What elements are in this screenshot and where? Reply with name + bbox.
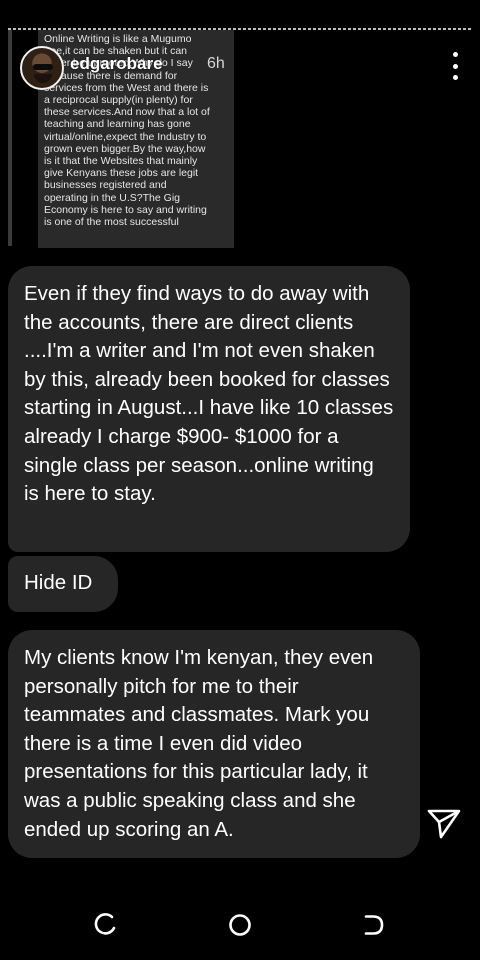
message-bubble[interactable]: Even if they find ways to do away with t…: [8, 266, 410, 552]
back-icon[interactable]: [361, 912, 387, 938]
send-icon[interactable]: [426, 806, 462, 840]
more-button[interactable]: [450, 52, 460, 80]
message-bubble[interactable]: My clients know I'm kenyan, they even pe…: [8, 630, 420, 858]
more-vertical-icon: [452, 52, 458, 57]
recent-apps-icon[interactable]: [93, 912, 119, 938]
home-icon[interactable]: [227, 912, 253, 938]
story-time: 6h: [207, 55, 225, 72]
story-header: edgarobare 6h: [20, 46, 460, 90]
quote-indicator: [8, 30, 12, 246]
username[interactable]: edgarobare: [70, 54, 163, 74]
avatar[interactable]: [20, 46, 64, 90]
system-navigation-bar: [0, 900, 480, 948]
message-bubble[interactable]: Hide ID: [8, 556, 118, 612]
